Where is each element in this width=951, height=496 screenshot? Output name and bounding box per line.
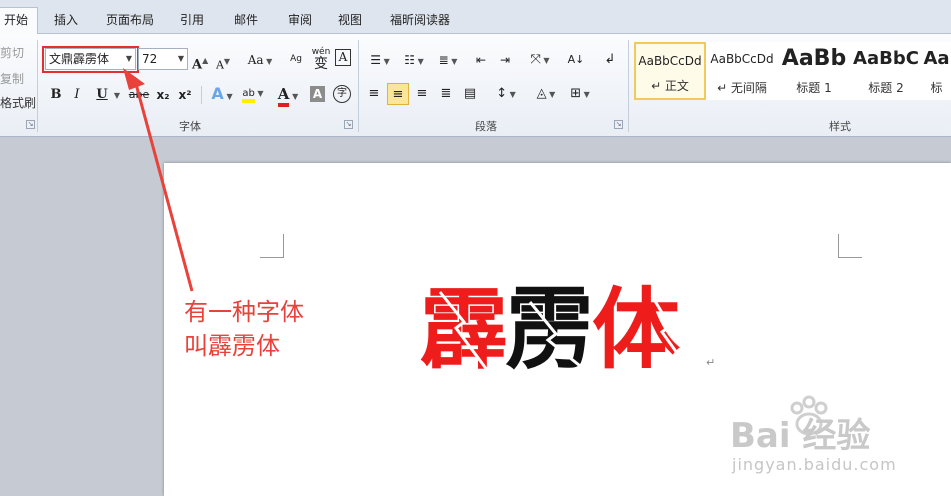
annotation-line-2: 叫霹雳体 [184,332,280,360]
paragraph-mark: ↵ [706,356,716,369]
lightning-crack-icon [438,291,694,376]
baidu-watermark-logo: Bai 经验 [730,416,871,456]
baidu-watermark-url: jingyan.baidu.com [732,455,897,474]
annotation-line-1: 有一种字体 [184,298,304,326]
